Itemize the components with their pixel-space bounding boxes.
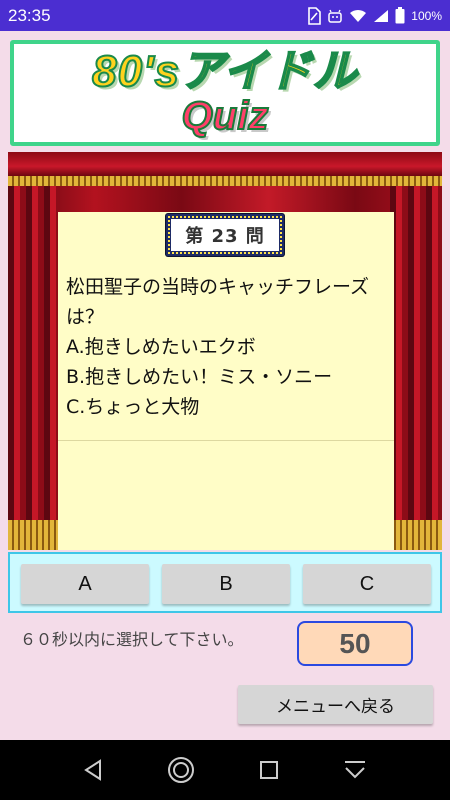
curtain-fringe — [8, 176, 442, 186]
curtain-right — [390, 186, 442, 550]
question-number-plate: 第 23 問 — [166, 214, 284, 256]
question-text: 松田聖子の当時のキャッチフレーズは？ A.抱きしめたいエクボ B.抱きしめたい！… — [66, 276, 370, 418]
sim-icon — [307, 6, 322, 25]
timer-instruction: ６０秒以内に選択して下さい。 — [20, 630, 244, 649]
android-debug-icon — [327, 8, 343, 24]
curtain-left — [8, 186, 60, 550]
question-divider — [58, 440, 394, 441]
answer-a-button[interactable]: A — [21, 564, 149, 604]
keyboard-hide-icon[interactable] — [342, 759, 368, 781]
back-icon[interactable] — [82, 759, 104, 781]
title-banner: 80'sアイドル Quiz — [10, 40, 440, 146]
back-to-menu-button[interactable]: メニューへ戻る — [238, 685, 433, 724]
wifi-icon — [349, 9, 367, 23]
recents-icon[interactable] — [259, 760, 279, 780]
answer-bar: A B C — [8, 552, 442, 613]
status-bar: 23:35 100% — [0, 0, 450, 31]
timer-countdown: 50 — [297, 621, 413, 666]
banner-title-line1: 80'sアイドル — [91, 47, 358, 96]
battery-percent: 100% — [411, 8, 442, 23]
battery-icon — [395, 7, 405, 24]
answer-b-button[interactable]: B — [162, 564, 290, 604]
home-icon[interactable] — [167, 756, 195, 784]
signal-icon — [373, 9, 389, 23]
quiz-stage: 第 23 問 松田聖子の当時のキャッチフレーズは？ A.抱きしめたいエクボ B.… — [8, 152, 442, 550]
curtain-valance — [8, 152, 442, 176]
question-number: 第 23 問 — [171, 219, 279, 251]
status-icons: 100% — [307, 6, 442, 25]
status-time: 23:35 — [8, 5, 51, 25]
banner-title-line2: Quiz — [181, 94, 270, 138]
answer-c-button[interactable]: C — [303, 564, 431, 604]
system-nav-bar — [0, 740, 450, 800]
